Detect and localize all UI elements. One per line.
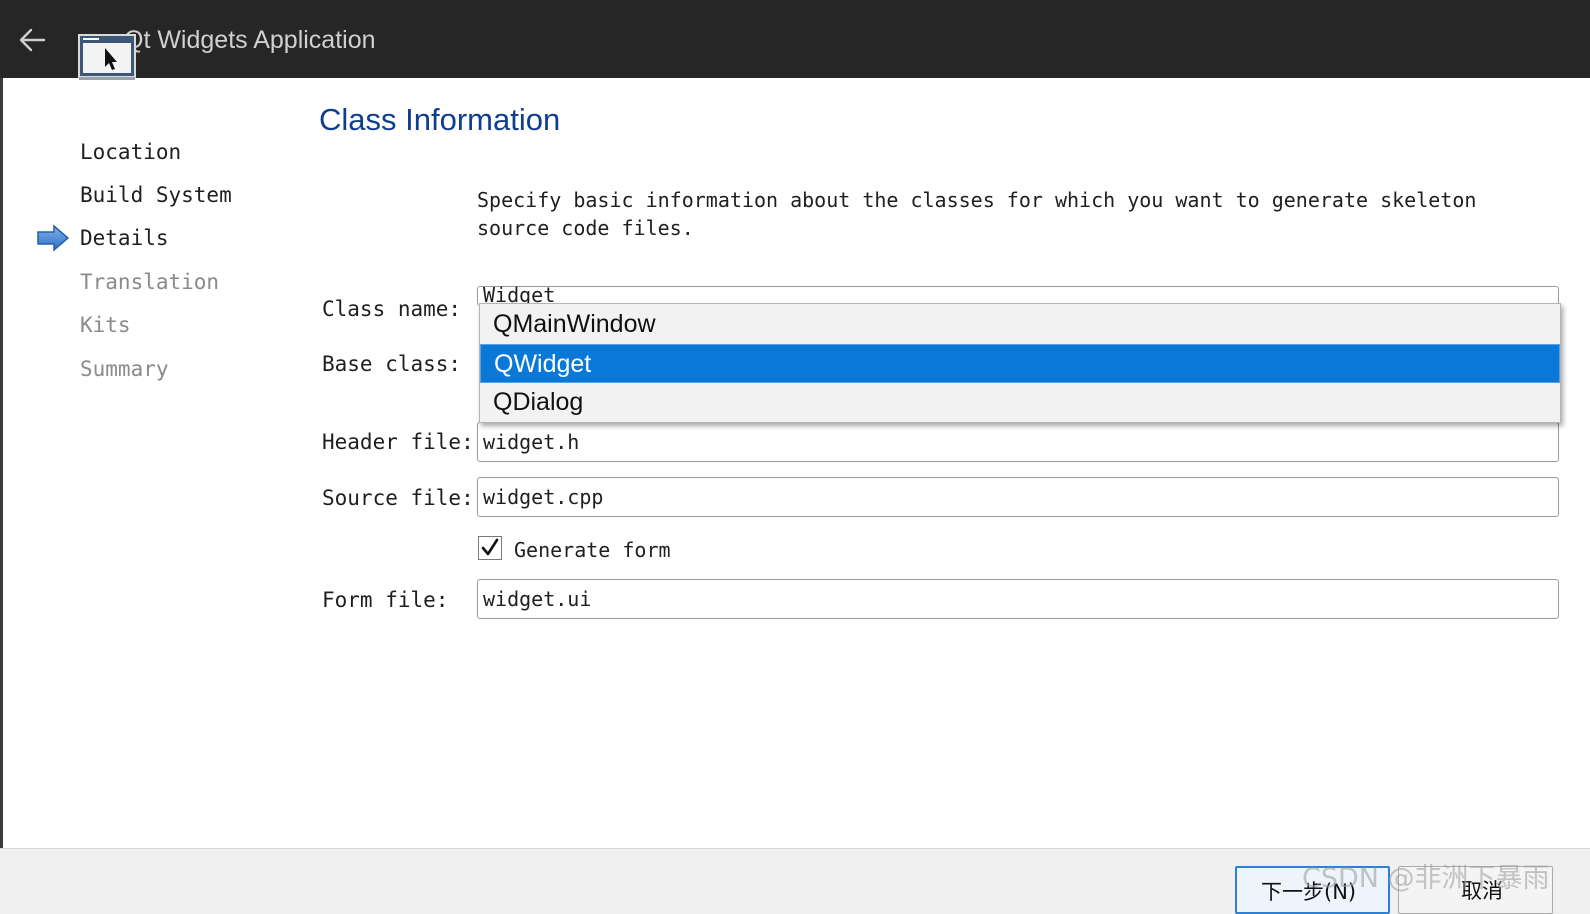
source-file-input[interactable]: widget.cpp	[477, 477, 1559, 517]
base-class-option[interactable]: QMainWindow	[480, 305, 1560, 344]
page-title: Class Information	[319, 102, 561, 137]
step-location: Location	[80, 140, 182, 164]
form-file-value: widget.ui	[483, 587, 592, 611]
watermark: CSDN @非洲下暴雨	[1302, 863, 1550, 894]
step-summary: Summary	[80, 357, 169, 381]
back-button[interactable]	[14, 22, 50, 58]
form-file-input[interactable]: widget.ui	[477, 579, 1559, 619]
page-description: Specify basic information about the clas…	[477, 188, 1477, 240]
base-class-option-selected[interactable]: QWidget	[480, 344, 1560, 383]
form-file-label: Form file:	[322, 588, 449, 612]
step-details: Details	[80, 226, 169, 250]
title-bar: Qt Widgets Application	[0, 0, 1590, 78]
check-icon	[481, 538, 499, 556]
header-file-input[interactable]: widget.h	[477, 422, 1559, 462]
generate-form-label: Generate form	[514, 538, 671, 562]
class-name-label: Class name:	[322, 297, 462, 321]
source-file-value: widget.cpp	[483, 485, 604, 509]
window-title: Qt Widgets Application	[124, 26, 376, 54]
step-kits: Kits	[80, 313, 131, 337]
header-file-value: widget.h	[483, 430, 580, 454]
base-class-label: Base class:	[322, 352, 462, 376]
arrow-left-icon	[19, 28, 46, 52]
step-build-system: Build System	[80, 183, 232, 207]
header-file-label: Header file:	[322, 430, 474, 454]
base-class-dropdown-list[interactable]: QMainWindow QWidget QDialog	[479, 303, 1561, 423]
qt-app-window-icon	[78, 34, 136, 80]
source-file-label: Source file:	[322, 486, 474, 510]
step-translation: Translation	[80, 270, 220, 294]
base-class-option[interactable]: QDialog	[480, 383, 1560, 422]
generate-form-checkbox[interactable]	[478, 536, 502, 560]
arrow-right-icon	[37, 224, 70, 252]
window-left-edge	[0, 78, 3, 850]
